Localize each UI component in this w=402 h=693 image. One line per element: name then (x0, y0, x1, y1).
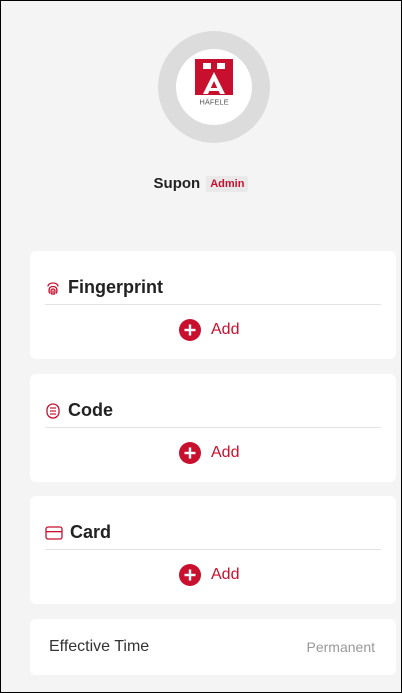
divider (45, 427, 381, 428)
add-code-button[interactable]: Add (179, 442, 239, 464)
card-credential-card: Card Add (30, 496, 396, 604)
effective-time-label: Effective Time (49, 638, 150, 655)
effective-time-value: Permanent (306, 639, 375, 655)
user-detail-screen: HÄFELE Supon Admin Fingerprint Add Code … (0, 0, 402, 693)
fingerprint-icon (47, 281, 59, 295)
card-title: Code (68, 400, 113, 420)
logo-wordmark: HÄFELE (199, 98, 228, 107)
plus-circle-icon (179, 442, 201, 464)
add-label: Add (211, 566, 240, 583)
avatar: HÄFELE (158, 31, 270, 143)
plus-circle-icon (179, 319, 201, 341)
code-card: Code Add (30, 374, 396, 482)
card-header: Code (45, 400, 113, 421)
add-label: Add (211, 321, 240, 338)
user-name: Supon (153, 175, 201, 192)
card-title: Fingerprint (68, 277, 163, 297)
fingerprint-card: Fingerprint Add (30, 251, 396, 359)
add-label: Add (211, 444, 240, 461)
role-badge: Admin (206, 175, 249, 192)
divider (45, 304, 381, 305)
card-header: Card (45, 522, 111, 543)
divider (45, 549, 381, 550)
keypad-icon (46, 402, 60, 419)
effective-time-row[interactable]: Effective Time Permanent (30, 619, 396, 675)
card-icon (45, 525, 63, 540)
hafele-logo: HÄFELE (192, 59, 236, 107)
card-title: Card (70, 522, 112, 542)
plus-circle-icon (179, 564, 201, 586)
add-fingerprint-button[interactable]: Add (179, 319, 239, 341)
profile-row: Supon Admin (1, 175, 401, 192)
card-header: Fingerprint (45, 277, 163, 298)
add-card-button[interactable]: Add (179, 564, 239, 586)
avatar-inner: HÄFELE (176, 49, 252, 125)
